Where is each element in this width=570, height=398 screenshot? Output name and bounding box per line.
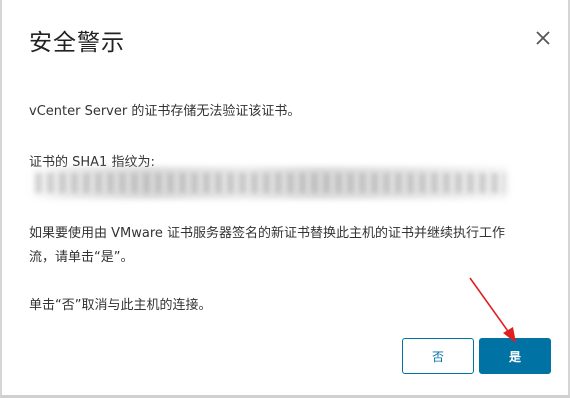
yes-button[interactable]: 是 bbox=[479, 338, 551, 374]
close-button[interactable] bbox=[532, 27, 554, 49]
close-icon bbox=[536, 31, 550, 45]
replace-certificate-text-line1: 如果要使用由 VMware 证书服务器签名的新证书替换此主机的证书并继续执行工作 bbox=[29, 226, 506, 241]
redacted-fingerprint-detail bbox=[35, 173, 505, 193]
dialog-edge-left bbox=[0, 0, 2, 398]
cancel-connection-text: 单击“否”取消与此主机的连接。 bbox=[29, 298, 212, 313]
replace-certificate-text-line2: 流，请单击“是”。 bbox=[29, 250, 134, 265]
security-warning-dialog: 安全警示 vCenter Server 的证书存储无法验证该证书。 证书的 SH… bbox=[0, 0, 570, 398]
dialog-title: 安全警示 bbox=[29, 30, 125, 56]
no-button[interactable]: 否 bbox=[402, 338, 474, 374]
certificate-unverified-text: vCenter Server 的证书存储无法验证该证书。 bbox=[29, 104, 301, 119]
